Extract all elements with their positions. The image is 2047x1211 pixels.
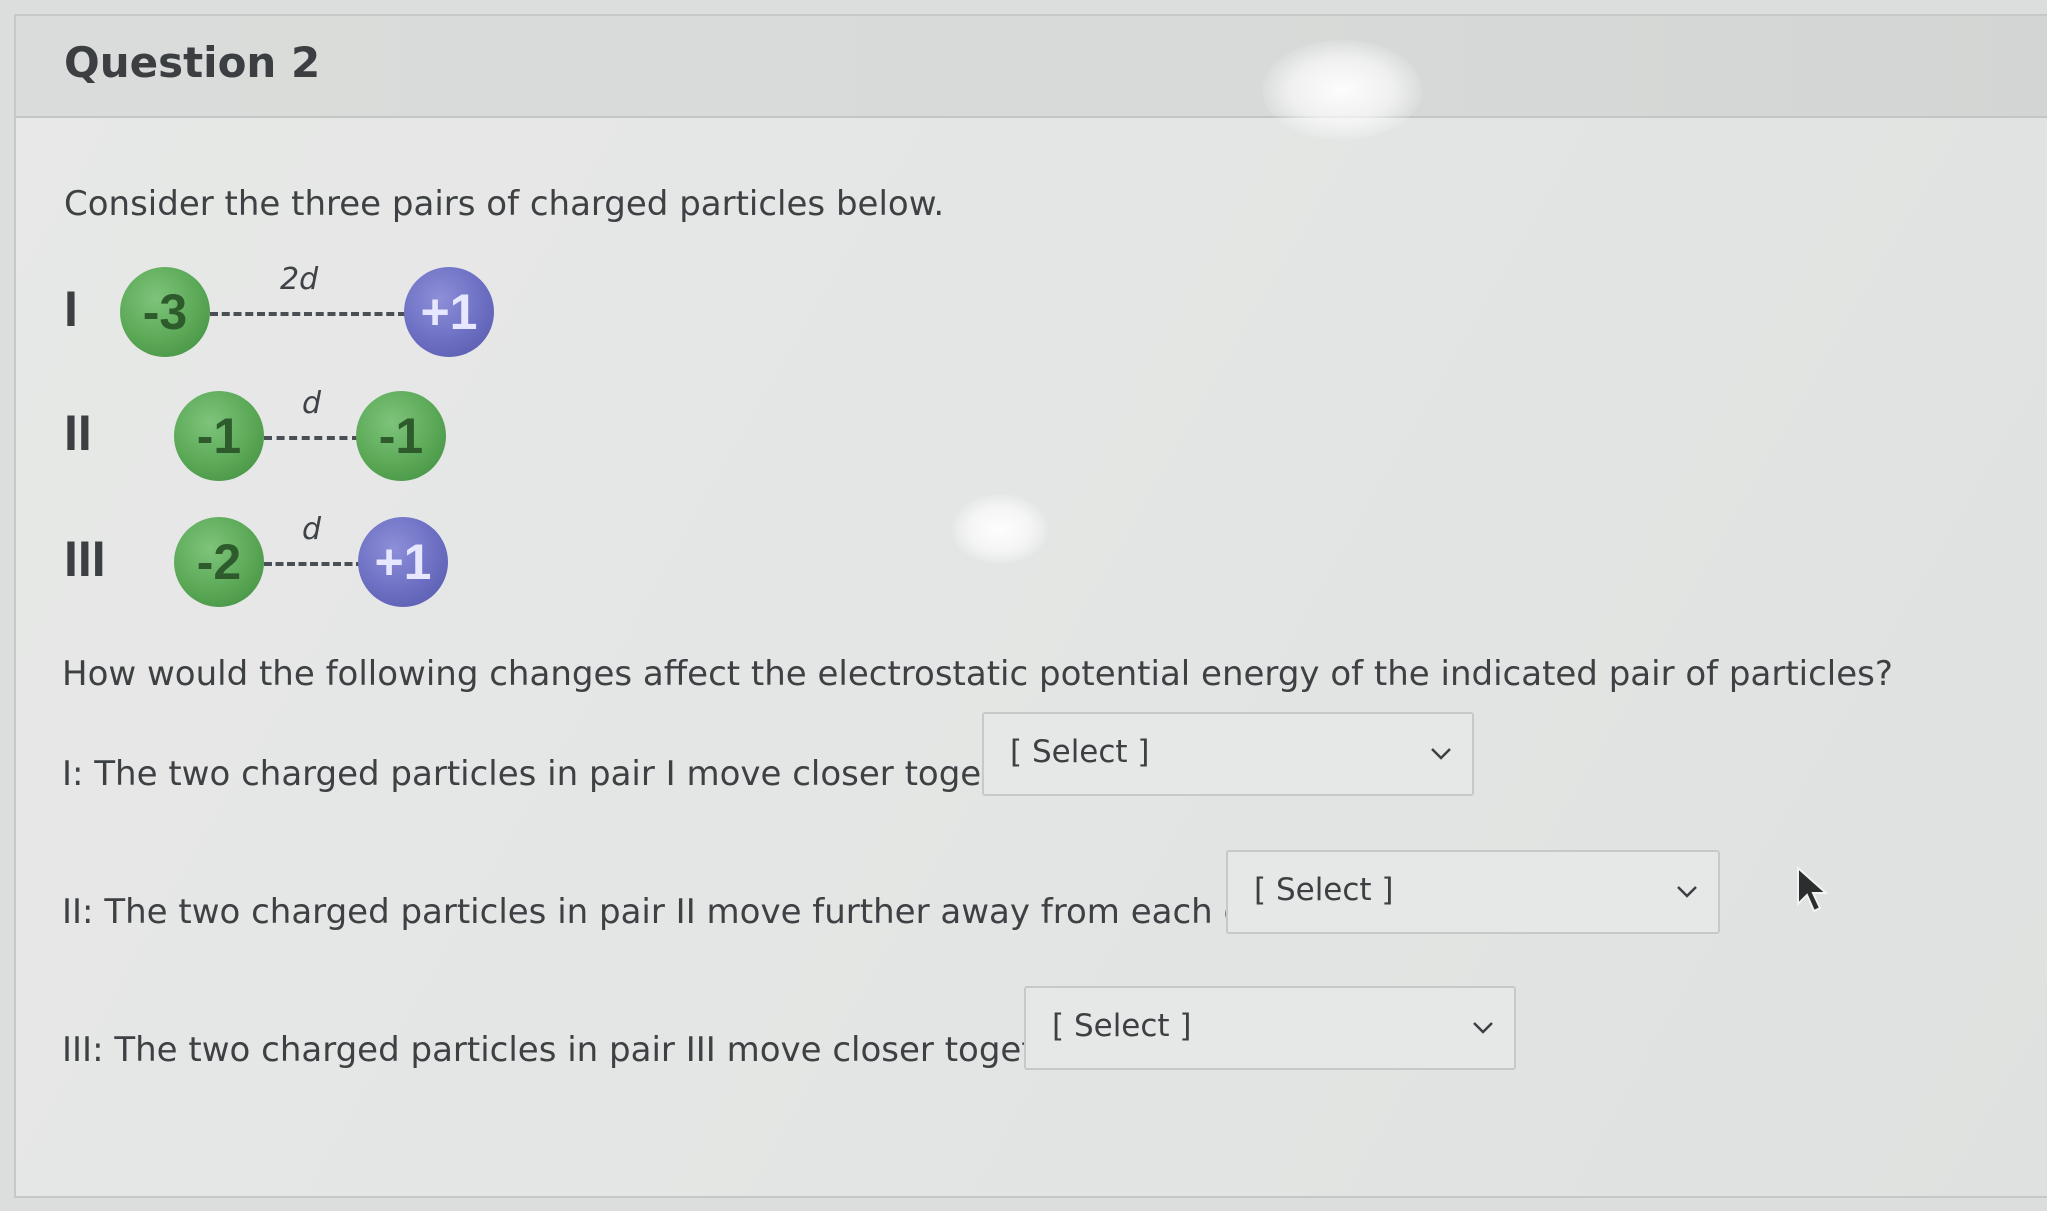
charge-label: +1 — [374, 534, 432, 590]
particle-left: -3 — [120, 267, 210, 357]
answer-I-text: I: The two charged particles in pair I m… — [62, 754, 1059, 794]
particle-right: +1 — [358, 517, 448, 607]
pair-label: I — [64, 281, 78, 337]
select-value: [ Select ] — [1052, 1008, 1192, 1044]
select-value: [ Select ] — [1010, 734, 1150, 770]
mouse-pointer-icon — [1797, 866, 1829, 913]
charge-label: +1 — [420, 284, 478, 340]
particle-left: -1 — [174, 391, 264, 481]
chevron-down-icon — [1473, 1022, 1493, 1034]
separation-label: d — [302, 386, 322, 421]
question-card: Question 2 Consider the three pairs of c… — [14, 14, 2047, 1198]
particle-right: -1 — [356, 391, 446, 481]
answer-III-text: III: The two charged particles in pair I… — [62, 1030, 1099, 1070]
pair-label: II — [64, 405, 92, 461]
answer-II-text: II: The two charged particles in pair II… — [62, 892, 1322, 932]
subquestion-text: How would the following changes affect t… — [62, 654, 1893, 694]
question-title: Question 2 — [64, 38, 321, 87]
screen-glare — [1262, 40, 1422, 140]
answer-I-select[interactable]: [ Select ] — [982, 712, 1474, 796]
pair-I: I -3 2d +1 — [16, 262, 536, 362]
separation-line — [264, 436, 360, 440]
chevron-down-icon — [1677, 886, 1697, 898]
charge-label: -1 — [378, 408, 424, 464]
particle-left: -2 — [174, 517, 264, 607]
particle-right: +1 — [404, 267, 494, 357]
question-prompt: Consider the three pairs of charged part… — [64, 184, 945, 224]
separation-line — [210, 312, 406, 316]
separation-label: d — [302, 512, 322, 547]
pair-III: III -2 d +1 — [16, 512, 476, 612]
answer-III-select[interactable]: [ Select ] — [1024, 986, 1516, 1070]
chevron-down-icon — [1431, 748, 1451, 760]
charge-label: -3 — [142, 284, 188, 340]
pair-II: II -1 d -1 — [16, 386, 476, 486]
separation-label: 2d — [280, 262, 319, 297]
screen-glare — [952, 494, 1048, 564]
separation-line — [264, 562, 364, 566]
select-value: [ Select ] — [1254, 872, 1394, 908]
charge-label: -1 — [196, 408, 242, 464]
question-header: Question 2 — [16, 16, 2047, 118]
charge-label: -2 — [196, 534, 242, 590]
answer-II-select[interactable]: [ Select ] — [1226, 850, 1720, 934]
pair-label: III — [64, 531, 106, 587]
